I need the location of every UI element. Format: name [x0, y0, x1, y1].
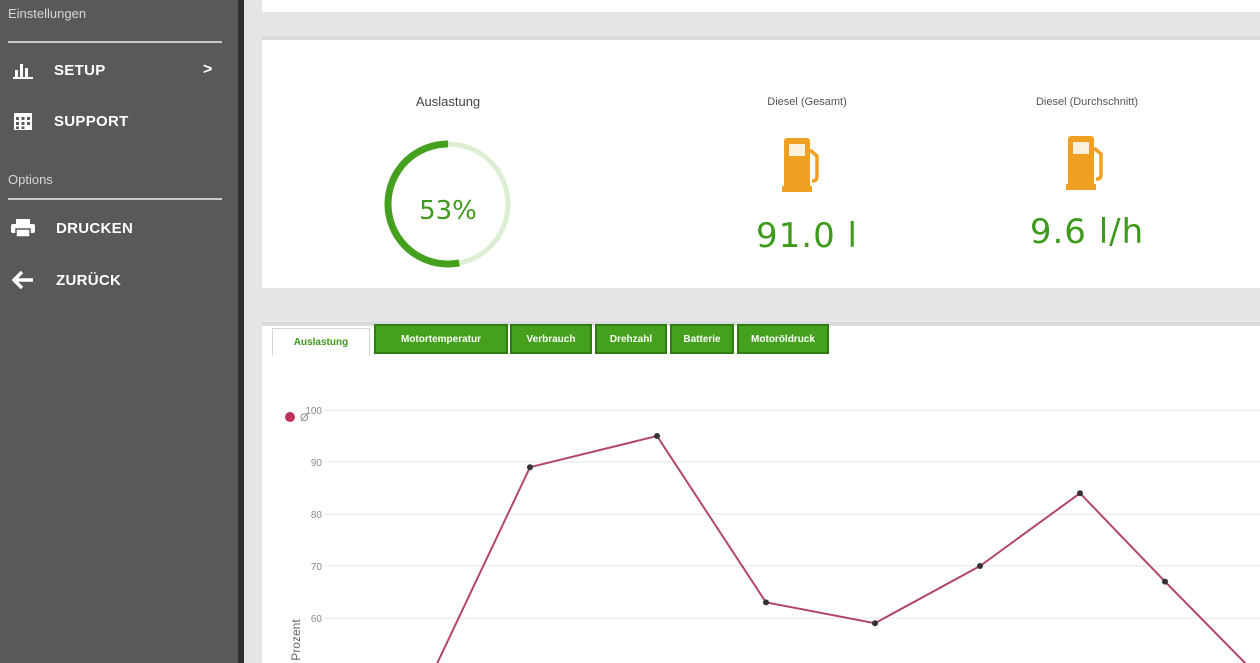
stat-diesel-total-value-wrap: 91.0 l	[722, 216, 892, 256]
calendar-grid-icon	[12, 110, 34, 132]
fuel-pump-icon	[1066, 136, 1103, 190]
data-point	[763, 599, 769, 606]
stat-diesel-avg: Diesel (Durchschnitt)	[1002, 96, 1172, 108]
data-point	[1162, 578, 1168, 585]
tab-motoroeldruck[interactable]: Motoröldruck	[737, 324, 829, 354]
legend-label: Ø	[300, 412, 309, 424]
y-tick-label: 80	[311, 510, 323, 521]
tab-drehzahl[interactable]: Drehzahl	[595, 324, 667, 354]
y-tick-label: 60	[311, 614, 323, 625]
section-divider	[8, 41, 222, 43]
stat-load-title: Auslastung	[415, 94, 481, 109]
sidebar-item-label: SUPPORT	[54, 112, 129, 130]
tab-auslastung[interactable]: Auslastung	[272, 328, 370, 356]
y-axis-label: Prozent	[289, 619, 303, 661]
section-divider	[8, 198, 222, 200]
stat-diesel-avg-value: 9.6 l/h	[1029, 212, 1145, 252]
sidebar-item-label: ZURÜCK	[56, 271, 122, 289]
sidebar-item-label: SETUP	[54, 61, 106, 79]
tab-verbrauch[interactable]: Verbrauch	[510, 324, 592, 354]
tab-batterie[interactable]: Batterie	[670, 324, 734, 354]
section-label-options: Options	[8, 172, 53, 187]
sidebar-item-zurueck[interactable]: ZURÜCK	[0, 260, 230, 300]
data-point	[527, 464, 533, 471]
gauge-value: 53%	[419, 196, 477, 226]
chevron-right-icon: >	[203, 61, 213, 78]
sidebar-item-setup[interactable]: SETUP >	[0, 50, 230, 90]
legend-marker	[285, 412, 295, 422]
sidebar: Einstellungen SETUP > SUPPORT Options DR…	[0, 0, 238, 663]
sidebar-item-support[interactable]: SUPPORT	[0, 101, 230, 141]
data-point	[977, 563, 983, 569]
stat-diesel-total-value: 91.0 l	[756, 216, 858, 256]
arrow-left-icon	[12, 269, 34, 291]
y-tick-label: 70	[311, 562, 323, 573]
stat-diesel-total-title: Diesel (Gesamt)	[767, 96, 847, 108]
stat-load: Auslastung	[380, 94, 516, 109]
section-label-settings: Einstellungen	[8, 6, 87, 21]
sidebar-item-label: DRUCKEN	[56, 219, 134, 237]
stat-diesel-avg-value-wrap: 9.6 l/h	[1002, 212, 1172, 252]
series-line	[436, 434, 1247, 663]
stat-diesel-total: Diesel (Gesamt)	[722, 96, 892, 108]
tab-motortemperatur[interactable]: Motortemperatur	[374, 324, 508, 354]
stats-panel: Auslastung 53% Diesel (Gesamt) 91.0 l Di…	[262, 36, 1260, 288]
y-tick-label: 90	[311, 458, 323, 469]
sidebar-item-drucken[interactable]: DRUCKEN	[0, 208, 230, 248]
stat-diesel-avg-title: Diesel (Durchschnitt)	[1035, 96, 1139, 108]
data-point	[1077, 490, 1083, 497]
data-point	[872, 620, 878, 627]
printer-icon	[10, 217, 36, 239]
data-point	[654, 433, 660, 439]
top-panel	[262, 0, 1260, 12]
line-chart: 10090807060ProzentØ	[285, 406, 1260, 663]
fuel-pump-icon	[782, 138, 819, 192]
bar-chart-icon	[12, 59, 34, 81]
